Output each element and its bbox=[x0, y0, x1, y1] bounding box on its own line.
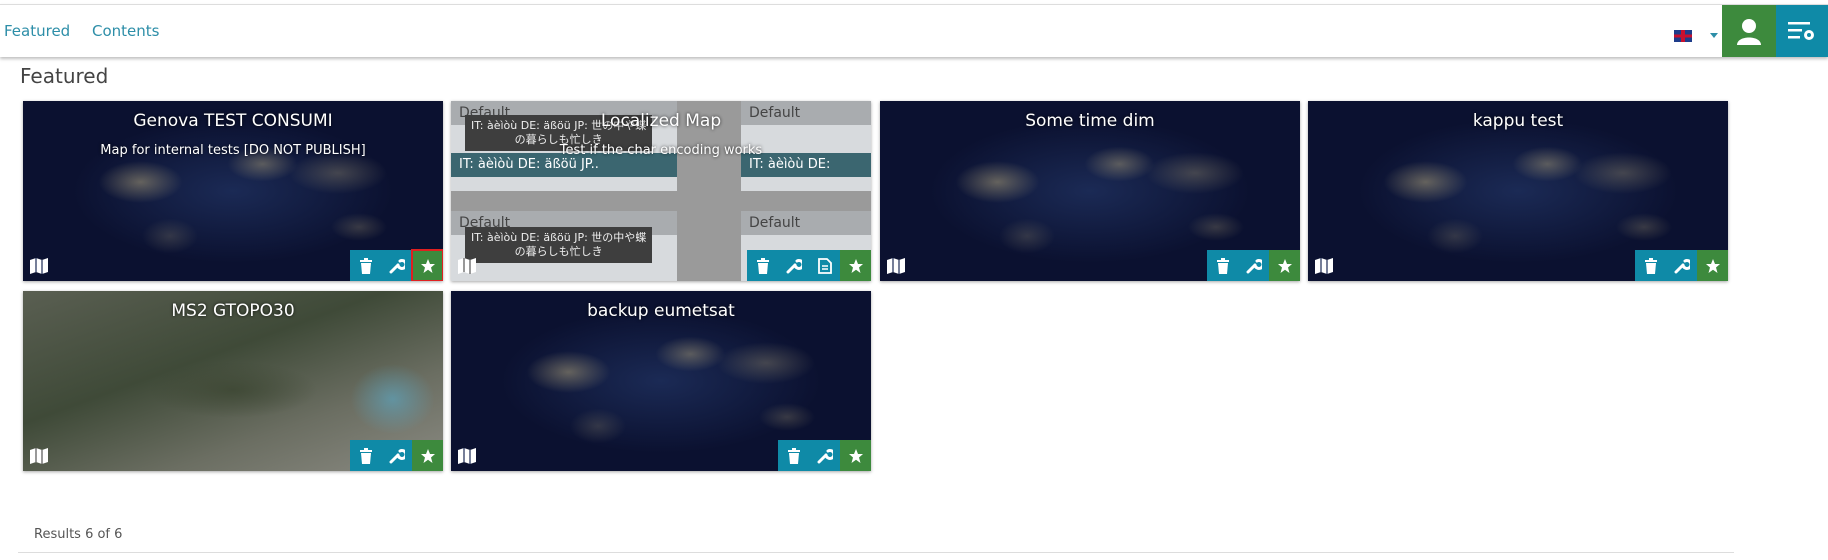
top-navbar: Featured Contents bbox=[0, 4, 1828, 57]
map-card[interactable]: kappu test bbox=[1308, 101, 1728, 281]
edit-properties-button[interactable] bbox=[381, 250, 412, 281]
details-button[interactable] bbox=[809, 250, 840, 281]
user-icon bbox=[1737, 19, 1761, 45]
wrench-icon bbox=[389, 448, 405, 463]
map-icon bbox=[458, 258, 476, 274]
edit-properties-button[interactable] bbox=[778, 250, 809, 281]
uk-flag-icon[interactable] bbox=[1673, 29, 1693, 43]
tooltip: IT: àèìòù DE: äßöü JP: 世の中や蝶 の暮らしも忙しき bbox=[465, 227, 653, 263]
nav-featured-link[interactable]: Featured bbox=[4, 22, 70, 40]
edit-properties-button[interactable] bbox=[1666, 250, 1697, 281]
star-icon bbox=[1277, 258, 1292, 273]
featured-star-button[interactable] bbox=[1697, 250, 1728, 281]
card-title: Genova TEST CONSUMI bbox=[133, 111, 333, 131]
card-title: kappu test bbox=[1472, 111, 1564, 131]
delete-button[interactable] bbox=[1207, 250, 1238, 281]
featured-star-button[interactable] bbox=[840, 250, 871, 281]
map-icon bbox=[458, 448, 476, 464]
map-icon bbox=[1315, 258, 1333, 274]
results-count: Results 6 of 6 bbox=[34, 527, 123, 542]
document-icon bbox=[817, 257, 832, 274]
card-description: Test if the char encoding works bbox=[559, 143, 763, 158]
star-icon bbox=[420, 448, 435, 463]
settings-menu-button[interactable] bbox=[1776, 5, 1828, 57]
section-title: Featured bbox=[20, 64, 109, 88]
map-icon bbox=[30, 258, 48, 274]
divider bbox=[18, 552, 1734, 553]
trash-icon bbox=[756, 257, 769, 274]
settings-menu-icon bbox=[1788, 22, 1814, 40]
card-description: Map for internal tests [DO NOT PUBLISH] bbox=[100, 143, 366, 158]
delete-button[interactable] bbox=[747, 250, 778, 281]
delete-button[interactable] bbox=[350, 440, 381, 471]
trash-icon bbox=[359, 447, 372, 464]
wrench-icon bbox=[389, 258, 405, 273]
featured-star-button[interactable] bbox=[411, 249, 443, 281]
map-icon bbox=[30, 448, 48, 464]
map-card[interactable]: Default IT: àèìòù DE: äßöü JP.. Default … bbox=[451, 101, 871, 281]
map-card[interactable]: backup eumetsat bbox=[451, 291, 871, 471]
edit-properties-button[interactable] bbox=[1238, 250, 1269, 281]
wrench-icon bbox=[786, 258, 802, 273]
trash-icon bbox=[1644, 257, 1657, 274]
card-title: backup eumetsat bbox=[587, 301, 735, 321]
trash-icon bbox=[359, 257, 372, 274]
edit-properties-button[interactable] bbox=[381, 440, 412, 471]
chevron-down-icon[interactable] bbox=[1710, 33, 1718, 38]
map-card[interactable]: MS2 GTOPO30 bbox=[23, 291, 443, 471]
trash-icon bbox=[1216, 257, 1229, 274]
nav-contents-link[interactable]: Contents bbox=[92, 22, 159, 40]
featured-star-button[interactable] bbox=[840, 440, 871, 471]
delete-button[interactable] bbox=[350, 250, 381, 281]
card-title: Some time dim bbox=[1025, 111, 1155, 131]
delete-button[interactable] bbox=[778, 440, 809, 471]
card-title: MS2 GTOPO30 bbox=[171, 301, 295, 321]
star-icon bbox=[1705, 258, 1720, 273]
edit-properties-button[interactable] bbox=[809, 440, 840, 471]
trash-icon bbox=[787, 447, 800, 464]
wrench-icon bbox=[1246, 258, 1262, 273]
map-card[interactable]: Genova TEST CONSUMI Map for internal tes… bbox=[23, 101, 443, 281]
wrench-icon bbox=[817, 448, 833, 463]
wrench-icon bbox=[1674, 258, 1690, 273]
user-button[interactable] bbox=[1722, 5, 1776, 57]
tooltip-line: の暮らしも忙しき bbox=[514, 245, 603, 258]
featured-star-button[interactable] bbox=[1269, 250, 1300, 281]
map-icon bbox=[887, 258, 905, 274]
delete-button[interactable] bbox=[1635, 250, 1666, 281]
star-icon bbox=[848, 258, 863, 273]
star-icon bbox=[848, 448, 863, 463]
featured-star-button[interactable] bbox=[412, 440, 443, 471]
layer-group-header: Default bbox=[741, 211, 871, 235]
star-icon bbox=[420, 258, 435, 273]
tooltip-line: IT: àèìòù DE: äßöü JP: 世の中や蝶 bbox=[471, 231, 647, 244]
card-title: Localized Map bbox=[600, 111, 722, 131]
map-card[interactable]: Some time dim bbox=[880, 101, 1300, 281]
